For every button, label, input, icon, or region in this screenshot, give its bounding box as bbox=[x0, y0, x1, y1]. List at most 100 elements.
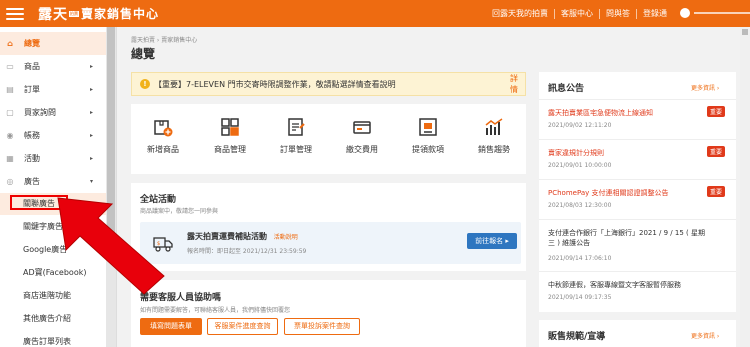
quick-actions: 新增商品 商品管理 訂單管理 繳交費用 提領款項 銷售趨勢 bbox=[131, 104, 526, 174]
sidebar-item-label: 買家詢問 bbox=[24, 108, 56, 117]
quick-action-label: 銷售趨勢 bbox=[478, 145, 510, 154]
complaint-query-button[interactable]: 票單投訴案件查詢 bbox=[284, 318, 360, 335]
sales-rules-more-link[interactable]: 更多資訊 › bbox=[691, 331, 719, 340]
news-title: 賣家違規計分規則 bbox=[548, 149, 604, 157]
top-header: 露天 拍賣 賣家銷售中心 回露天我的拍賣 客服中心 問與答 登錄通 bbox=[0, 0, 750, 27]
sidebar-item-label: 商品 bbox=[24, 62, 40, 71]
sidebar-item-products[interactable]: ▭ 商品 ▸ bbox=[0, 55, 106, 78]
breadcrumb: 露天拍賣 › 賣家銷售中心 bbox=[131, 37, 198, 44]
news-item[interactable]: 賣家違規計分規則 2021/09/01 10:00:00 重要 bbox=[539, 139, 736, 177]
sidebar-item-label: 帳務 bbox=[24, 131, 40, 140]
red-arrow-icon bbox=[57, 197, 165, 295]
news-date: 2021/09/02 12:11:20 bbox=[548, 122, 612, 129]
announcement-title: 訊息公告 bbox=[548, 84, 585, 94]
top-links: 回露天我的拍賣 客服中心 問與答 登錄通 bbox=[486, 0, 673, 27]
menu-icon[interactable] bbox=[6, 7, 24, 20]
main-scroll-thumb[interactable] bbox=[742, 29, 748, 35]
notice-text: 【重要】7-ELEVEN 門市交寄時限調整作業，敬請點選詳情查看說明 bbox=[154, 79, 396, 89]
support-panel: 需要客服人員協助嗎 如有問題需要解答，可聯絡客服人員，我們將儘快回覆您 填寫問題… bbox=[131, 280, 526, 347]
sidebar-item-overview[interactable]: ⌂ 總覽 bbox=[0, 32, 106, 55]
notice-detail-link[interactable]: 詳情 bbox=[510, 73, 525, 95]
sidebar-item-label: 總覽 bbox=[24, 39, 40, 48]
fill-form-button[interactable]: 填寫問題表單 bbox=[140, 318, 202, 335]
case-progress-button[interactable]: 客服案件進度查詢 bbox=[207, 318, 278, 335]
sidebar: ⌂ 總覽 ▭ 商品 ▸ ▤ 訂單 ▸ ▢ 買家詢問 ▸ ◉ 帳務 ▸ ▦ 活動 … bbox=[0, 27, 117, 347]
support-subtitle: 如有問題需要解答，可聯絡客服人員，我們將儘快回覆您 bbox=[140, 307, 291, 314]
important-badge: 重要 bbox=[707, 146, 726, 157]
add-product-icon bbox=[154, 120, 173, 137]
calendar-icon: ▦ bbox=[6, 154, 14, 163]
sidebar-item-buyer-questions[interactable]: ▢ 買家詢問 ▸ bbox=[0, 101, 106, 124]
dollar-icon: ◉ bbox=[6, 131, 14, 140]
link-service-center[interactable]: 客服中心 bbox=[555, 8, 600, 19]
register-button[interactable]: 前往報名 ▸ bbox=[467, 233, 517, 249]
brand-tag: 拍賣 bbox=[69, 10, 79, 17]
pay-fees-icon bbox=[353, 121, 371, 134]
news-date: 2021/09/14 17:06:10 bbox=[548, 255, 612, 262]
sidebar-item-events[interactable]: ▦ 活動 ▸ bbox=[0, 147, 106, 170]
news-item[interactable]: 露天拍賣業區宅急便物流上線通知 2021/09/02 12:11:20 重要 bbox=[539, 99, 736, 137]
chevron-down-icon: ▾ bbox=[90, 178, 94, 185]
sales-trend-icon bbox=[485, 118, 503, 135]
brand[interactable]: 露天 拍賣 賣家銷售中心 bbox=[38, 4, 159, 24]
quick-action-sales-trend[interactable]: 銷售趨勢 bbox=[464, 116, 524, 166]
campaign-rule-link[interactable]: 活動說明 bbox=[274, 234, 298, 241]
news-title: 中秋節連假，客服專線暨文字客服暫停服務 bbox=[548, 281, 681, 289]
important-badge: 重要 bbox=[707, 106, 726, 117]
campaign-card-title-text: 露天拍賣運費補貼活動 bbox=[187, 232, 267, 241]
link-logout[interactable]: 登錄通 bbox=[637, 9, 673, 19]
quick-action-pay-fees[interactable]: 繳交費用 bbox=[332, 116, 392, 166]
quick-action-order-manage[interactable]: 訂單管理 bbox=[266, 116, 326, 166]
important-badge: 重要 bbox=[707, 186, 726, 197]
chevron-right-icon: ▸ bbox=[90, 86, 94, 93]
chevron-right-icon: ▸ bbox=[90, 155, 94, 162]
user-menu[interactable] bbox=[680, 8, 750, 18]
order-icon: ▤ bbox=[6, 85, 14, 94]
chevron-right-icon: ▸ bbox=[90, 63, 94, 70]
news-item[interactable]: 支付連合作銀行「上海銀行」2021 / 9 / 15 ( 星期三 ) 維護公告 … bbox=[539, 219, 736, 269]
brand-logo: 露天 bbox=[38, 6, 68, 23]
news-item[interactable]: PChomePay 支付連相關認證調整公告 2021/08/03 12:30:0… bbox=[539, 179, 736, 217]
quick-action-add-product[interactable]: 新增商品 bbox=[133, 116, 193, 166]
chevron-right-icon: ▸ bbox=[90, 109, 94, 116]
sidebar-item-ads[interactable]: ◎ 廣告 ▾ bbox=[0, 170, 106, 193]
brand-title: 賣家銷售中心 bbox=[81, 7, 160, 21]
quick-action-product-manage[interactable]: 商品管理 bbox=[200, 116, 260, 166]
order-manage-icon bbox=[288, 118, 305, 136]
quick-action-label: 訂單管理 bbox=[280, 145, 312, 154]
quick-action-label: 繳交費用 bbox=[346, 145, 378, 154]
quick-action-label: 商品管理 bbox=[214, 145, 246, 154]
main-scrollbar[interactable] bbox=[740, 27, 750, 347]
news-title: 支付連合作銀行「上海銀行」2021 / 9 / 15 ( 星期三 ) 維護公告 bbox=[548, 229, 705, 247]
sidebar-item-label: 活動 bbox=[24, 154, 40, 163]
notice-banner[interactable]: ! 【重要】7-ELEVEN 門市交寄時限調整作業，敬請點選詳情查看說明 詳情 bbox=[131, 72, 526, 96]
campaign-panel: 全站活動 商品議案中，敬請您一同參與 $ 露天拍賣運費補貼活動 活動說明 報名時… bbox=[131, 183, 526, 271]
chevron-right-icon: ▸ bbox=[90, 132, 94, 139]
quick-action-label: 新增商品 bbox=[147, 145, 179, 154]
campaign-card-title: 露天拍賣運費補貼活動 活動說明 bbox=[187, 231, 298, 242]
announcement-more-link[interactable]: 更多資訊 › bbox=[691, 83, 719, 92]
user-name-redacted bbox=[694, 12, 750, 14]
news-item[interactable]: 中秋節連假，客服專線暨文字客服暫停服務 2021/09/14 09:17:35 bbox=[539, 271, 736, 309]
news-date: 2021/08/03 12:30:00 bbox=[548, 202, 612, 209]
chat-icon: ▢ bbox=[6, 108, 14, 117]
news-title: PChomePay 支付連相關認證調整公告 bbox=[548, 189, 669, 197]
sidebar-item-label: 訂單 bbox=[24, 85, 40, 94]
quick-action-label: 提領款項 bbox=[412, 145, 444, 154]
sales-rules-panel: 販售規範/宣導 更多資訊 › bbox=[539, 320, 736, 347]
box-icon: ▭ bbox=[6, 62, 14, 71]
warning-icon: ! bbox=[140, 79, 150, 89]
link-my-auction[interactable]: 回露天我的拍賣 bbox=[486, 8, 555, 19]
page-title: 總覽 bbox=[131, 47, 156, 61]
sidebar-sub-ad-orders[interactable]: 廣告訂單列表 bbox=[0, 331, 106, 347]
sidebar-item-orders[interactable]: ▤ 訂單 ▸ bbox=[0, 78, 106, 101]
announcement-panel: 訊息公告 更多資訊 › 露天拍賣業區宅急便物流上線通知 2021/09/02 1… bbox=[539, 72, 736, 312]
news-date: 2021/09/14 09:17:35 bbox=[548, 294, 612, 301]
sales-rules-title: 販售規範/宣導 bbox=[548, 332, 606, 342]
sidebar-scrollbar[interactable] bbox=[106, 27, 116, 347]
sidebar-sub-other-ads[interactable]: 其他廣告介紹 bbox=[0, 308, 106, 330]
sidebar-item-accounts[interactable]: ◉ 帳務 ▸ bbox=[0, 124, 106, 147]
quick-action-withdraw[interactable]: 提領款項 bbox=[398, 116, 458, 166]
news-title: 露天拍賣業區宅急便物流上線通知 bbox=[548, 109, 653, 117]
link-faq[interactable]: 問與答 bbox=[600, 8, 637, 19]
